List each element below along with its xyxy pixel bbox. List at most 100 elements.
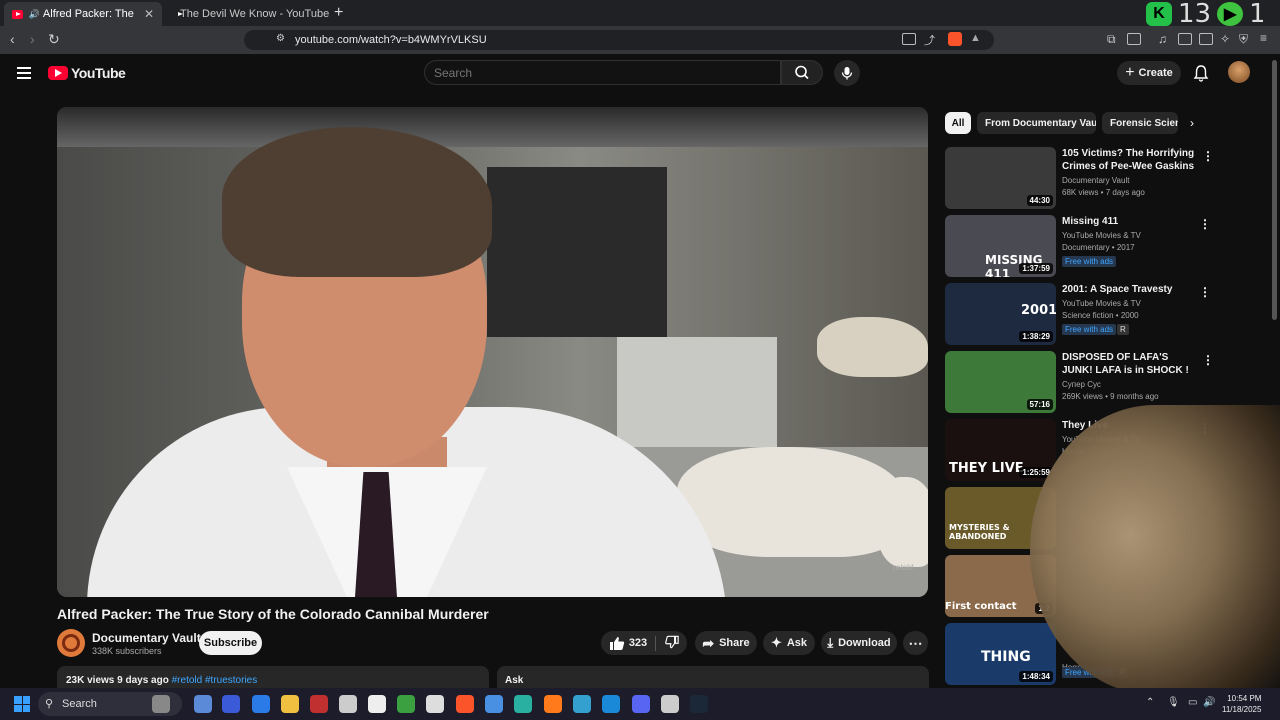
menu-icon[interactable]: ≡ [1260, 31, 1267, 45]
close-tab-icon[interactable]: ✕ [144, 7, 154, 21]
more-horizontal-icon: ⋯ [908, 634, 923, 651]
tab-alfred-packer[interactable]: 🔊 Alfred Packer: The True Story ✕ [4, 2, 162, 26]
reading-list-icon[interactable] [1127, 33, 1141, 45]
windows-start-icon[interactable] [14, 696, 30, 712]
notifications-button[interactable] [1193, 64, 1209, 87]
recommendation-title[interactable]: 105 Victims? The Horrifying Crimes of Pe… [1062, 147, 1197, 173]
ask-panel-label: Ask [505, 675, 524, 686]
dial-icon[interactable] [339, 695, 357, 713]
recommendation-item[interactable]: 44:30 105 Victims? The Horrifying Crimes … [945, 147, 1215, 211]
recommendation-item[interactable]: MISSING 411 1:37:59 Missing 411 YouTube Mov… [945, 215, 1215, 279]
taskbar-clock[interactable]: 10:54 PM 11/18/2025 [1222, 693, 1261, 715]
brave-shields-icon[interactable] [948, 32, 962, 46]
recommendation-channel[interactable]: Супер Сус [1062, 380, 1101, 389]
widgets-icon[interactable] [152, 695, 170, 713]
recommendation-title[interactable]: Missing 411 [1062, 215, 1197, 228]
dislike-button[interactable] [661, 635, 679, 652]
chip-all[interactable]: All [945, 112, 971, 134]
page-scrollbar[interactable] [1272, 60, 1277, 320]
show-hidden-icons-icon[interactable]: ⌃ [1146, 697, 1154, 708]
file-tool-icon[interactable] [194, 695, 212, 713]
more-options-icon[interactable]: ⋮ [1199, 285, 1211, 299]
channel-name[interactable]: Documentary Vault [92, 631, 201, 645]
music-icon[interactable]: ♫ [1158, 32, 1167, 46]
chip-forensic-science[interactable]: Forensic Science [1102, 112, 1178, 134]
recommendation-thumbnail[interactable]: 44:30 [945, 147, 1056, 209]
wallet-icon[interactable] [1199, 33, 1213, 45]
rewards-icon[interactable]: ▲ [970, 32, 984, 46]
vpn-icon[interactable]: ⛨ [1239, 32, 1248, 47]
volume-icon[interactable]: 🔊 [1203, 697, 1215, 708]
recommendation-thumbnail[interactable]: THEY LIVE 1:25:59 [945, 419, 1056, 481]
forward-icon[interactable]: › [30, 31, 35, 47]
video-player[interactable] [57, 107, 928, 597]
more-options-icon[interactable]: ⋮ [1199, 217, 1211, 231]
back-icon[interactable]: ‹ [10, 31, 15, 47]
recommendation-channel[interactable]: YouTube Movies & TV [1062, 231, 1141, 240]
brave-icon[interactable] [456, 695, 474, 713]
chevron-right-icon[interactable]: › [1190, 116, 1194, 130]
recommendation-channel[interactable]: YouTube Movies & TV [1062, 299, 1141, 308]
ask-button[interactable]: ✦ Ask [763, 631, 815, 655]
video-frame-skull [877, 477, 928, 567]
network-icon[interactable]: ▭ [1188, 697, 1197, 708]
recommendation-thumbnail[interactable]: THING 1:48:34 [945, 623, 1056, 685]
vpn-app-icon[interactable] [397, 695, 415, 713]
sparkle-icon: ✦ [770, 635, 782, 650]
file-explorer-icon[interactable] [281, 695, 299, 713]
editor-icon[interactable] [252, 695, 270, 713]
more-options-icon[interactable]: ⋮ [1202, 149, 1214, 163]
hashtags[interactable]: #retold #truestories [172, 675, 258, 686]
voice-search-button[interactable] [834, 60, 860, 86]
channel-avatar[interactable] [57, 629, 85, 657]
vscode-icon[interactable] [602, 695, 620, 713]
microphone-tray-icon[interactable]: 🎙 [1167, 697, 1180, 708]
share-page-icon[interactable]: ⤴ [924, 32, 935, 48]
site-info-icon[interactable]: ⚙ [276, 33, 285, 44]
discord-icon[interactable] [632, 695, 650, 713]
recommendation-thumbnail[interactable]: MISSING 411 1:37:59 [945, 215, 1056, 277]
thumbs-down-icon [665, 635, 679, 648]
subscribe-button[interactable]: Subscribe [199, 631, 262, 655]
cast-icon[interactable] [902, 33, 916, 45]
url-text[interactable]: youtube.com/watch?v=b4WMYrVLKSU [295, 34, 487, 46]
tool-icon[interactable] [661, 695, 679, 713]
firefox-icon[interactable] [544, 695, 562, 713]
recommendation-title[interactable]: DISPOSED OF LAFA'S JUNK! LAFA is in SHOC… [1062, 351, 1197, 377]
edge-icon[interactable] [514, 695, 532, 713]
webcam-overlay [1030, 405, 1280, 695]
reload-icon[interactable]: ↻ [48, 31, 60, 48]
video-duration: 1:48:34 [1019, 671, 1053, 682]
new-tab-button[interactable]: + [334, 4, 343, 22]
extensions-icon[interactable]: ⧉ [1107, 32, 1116, 47]
tab-devil-we-know[interactable]: The Devil We Know - YouTube [166, 2, 332, 26]
chip-from-channel[interactable]: From Documentary Vault [977, 112, 1096, 134]
create-button[interactable]: + Create [1117, 61, 1181, 85]
chrome-icon[interactable] [485, 695, 503, 713]
youtube-logo[interactable]: YouTube [48, 65, 126, 81]
search-button[interactable] [781, 60, 823, 85]
leo-icon[interactable]: ✧ [1220, 32, 1230, 46]
search-input[interactable] [434, 66, 734, 80]
game-icon[interactable] [573, 695, 591, 713]
download-label: Download [838, 637, 891, 649]
share-button[interactable]: ➦ Share [695, 631, 757, 655]
recommendation-channel[interactable]: Documentary Vault [1062, 176, 1129, 185]
more-options-icon[interactable]: ⋮ [1202, 353, 1214, 367]
sidebar-icon[interactable] [1178, 33, 1192, 45]
media-icon[interactable] [368, 695, 386, 713]
download-button[interactable]: ⤓ Download [821, 631, 897, 655]
recommendation-thumbnail[interactable]: 2001: 1:38:29 [945, 283, 1056, 345]
recommendation-thumbnail[interactable]: 57:16 [945, 351, 1056, 413]
recommendation-title[interactable]: 2001: A Space Travesty [1062, 283, 1197, 296]
news-icon[interactable] [310, 695, 328, 713]
github-icon[interactable] [426, 695, 444, 713]
guide-menu-icon[interactable] [17, 67, 31, 79]
more-actions-button[interactable]: ⋯ [903, 631, 928, 655]
recommendation-item[interactable]: 2001: 1:38:29 2001: A Space Travesty YouTub… [945, 283, 1215, 347]
subscriber-count: 338K subscribers [92, 646, 162, 656]
app-icon[interactable] [222, 695, 240, 713]
like-button[interactable]: 323 [609, 635, 657, 651]
steam-icon[interactable] [690, 695, 708, 713]
account-avatar[interactable] [1228, 61, 1250, 83]
